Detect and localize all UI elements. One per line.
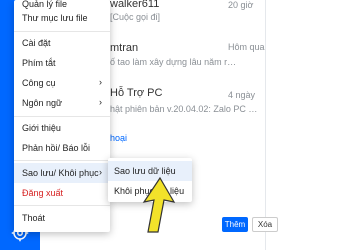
chat-preview: hật phiên bản v.20.04.02: Zalo PC … <box>110 104 258 114</box>
divider <box>14 205 110 206</box>
add-button[interactable]: Thêm <box>222 217 248 232</box>
pointer-arrow-icon <box>142 176 176 233</box>
menu-item-logout[interactable]: Đăng xuất <box>14 183 110 203</box>
menu-item-settings[interactable]: Cài đặt <box>14 33 110 53</box>
settings-menu: Quản lý file Thư mục lưu file Cài đặt Ph… <box>14 0 110 232</box>
right-panel <box>265 0 350 250</box>
chat-preview: [Cuộc gọi đi] <box>110 12 161 22</box>
menu-item-backup-restore[interactable]: Sao lưu/ Khôi phục › <box>14 163 110 183</box>
chevron-right-icon: › <box>99 77 102 87</box>
chat-preview: ố tao làm xây dựng lâu năm r… <box>110 57 237 67</box>
menu-item-feedback[interactable]: Phản hồi/ Báo lỗi <box>14 138 110 158</box>
divider <box>14 31 110 32</box>
chevron-right-icon: › <box>99 167 102 177</box>
chevron-right-icon: › <box>99 97 102 107</box>
chat-name: mtran <box>110 42 139 54</box>
menu-item-shortcuts[interactable]: Phím tắt <box>14 53 110 73</box>
divider <box>14 116 110 117</box>
divider <box>14 160 110 161</box>
menu-item-file-folder[interactable]: Thư mục lưu file <box>14 8 110 28</box>
chat-time: 20 giờ <box>228 0 254 10</box>
chat-time: 4 ngày <box>228 90 256 100</box>
menu-item-tools[interactable]: Công cụ › <box>14 73 110 93</box>
menu-item-language[interactable]: Ngôn ngữ › <box>14 93 110 113</box>
chat-preview: hoại <box>110 133 128 143</box>
chat-name: walker611 <box>110 0 160 10</box>
delete-button[interactable]: Xóa <box>252 217 278 232</box>
chat-time: Hôm qua <box>228 42 265 52</box>
menu-item-about[interactable]: Giới thiệu <box>14 118 110 138</box>
chat-name: Hỗ Trợ PC <box>110 87 163 99</box>
menu-item-quit[interactable]: Thoát <box>14 208 110 228</box>
